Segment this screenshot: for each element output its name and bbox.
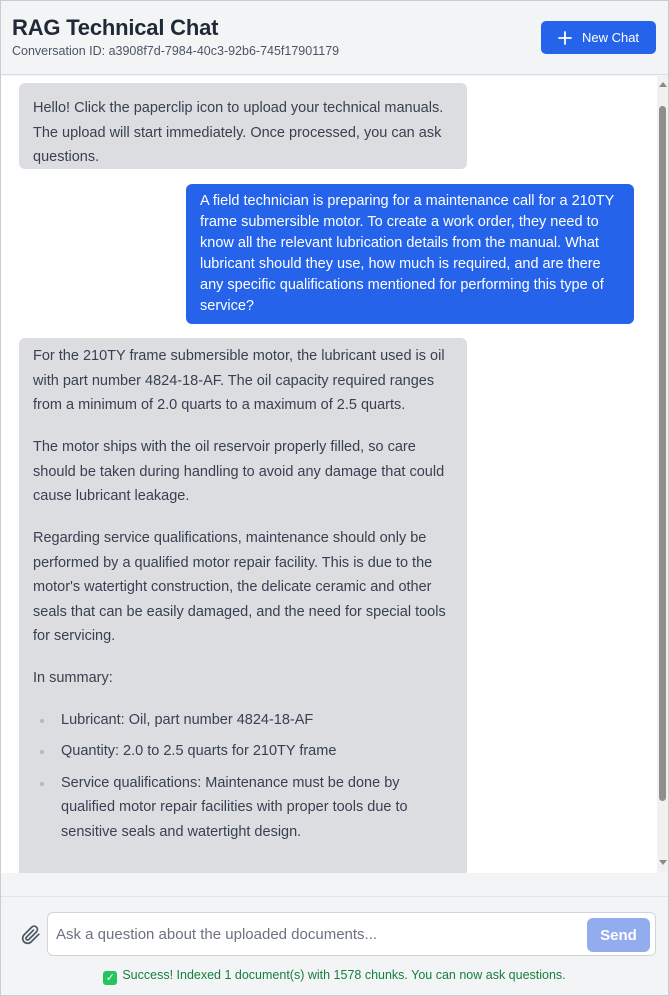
message-text: Hello! Click the paperclip icon to uploa… bbox=[33, 100, 444, 165]
user-message: A field technician is preparing for a ma… bbox=[186, 184, 634, 324]
paperclip-icon[interactable] bbox=[21, 925, 41, 945]
message-paragraph: The motor ships with the oil reservoir p… bbox=[33, 439, 445, 504]
message-list[interactable]: Hello! Click the paperclip icon to uploa… bbox=[1, 76, 668, 873]
header: RAG Technical Chat Conversation ID: a390… bbox=[1, 1, 668, 75]
list-item: Quantity: 2.0 to 2.5 quarts for 210TY fr… bbox=[33, 739, 453, 764]
status-text: Success! Indexed 1 document(s) with 1578… bbox=[122, 968, 566, 982]
chat-app: RAG Technical Chat Conversation ID: a390… bbox=[0, 0, 669, 996]
new-chat-button[interactable]: New Chat bbox=[541, 21, 656, 54]
list-item: Lubricant: Oil, part number 4824-18-AF bbox=[33, 708, 453, 733]
conversation-id: Conversation ID: a3908f7d-7984-40c3-92b6… bbox=[12, 44, 340, 58]
scroll-down-arrow-icon[interactable] bbox=[659, 860, 667, 865]
scroll-up-arrow-icon[interactable] bbox=[659, 82, 667, 87]
message-paragraph: For the 210TY frame submersible motor, t… bbox=[33, 348, 445, 413]
list-item: Service qualifications: Maintenance must… bbox=[33, 771, 453, 845]
send-button[interactable]: Send bbox=[587, 918, 650, 952]
assistant-message: Hello! Click the paperclip icon to uploa… bbox=[19, 83, 467, 169]
summary-list: Lubricant: Oil, part number 4824-18-AF Q… bbox=[33, 708, 453, 845]
check-mark-icon: ✓ bbox=[103, 971, 118, 985]
page-title: RAG Technical Chat bbox=[12, 15, 219, 40]
message-paragraph: Regarding service qualifications, mainte… bbox=[33, 530, 446, 644]
assistant-message: For the 210TY frame submersible motor, t… bbox=[19, 338, 467, 873]
status-message: ✓ Success! Indexed 1 document(s) with 157… bbox=[1, 968, 668, 985]
question-input[interactable] bbox=[56, 921, 576, 947]
message-text: A field technician is preparing for a ma… bbox=[200, 193, 615, 314]
question-input-box: Send bbox=[47, 912, 656, 956]
composer: Send ✓ Success! Indexed 1 document(s) wit… bbox=[1, 896, 668, 995]
scrollbar-thumb[interactable] bbox=[659, 106, 666, 801]
message-paragraph: In summary: bbox=[33, 670, 113, 686]
scrollbar[interactable] bbox=[657, 76, 668, 873]
new-chat-label: New Chat bbox=[581, 30, 640, 45]
plus-icon bbox=[558, 30, 572, 45]
